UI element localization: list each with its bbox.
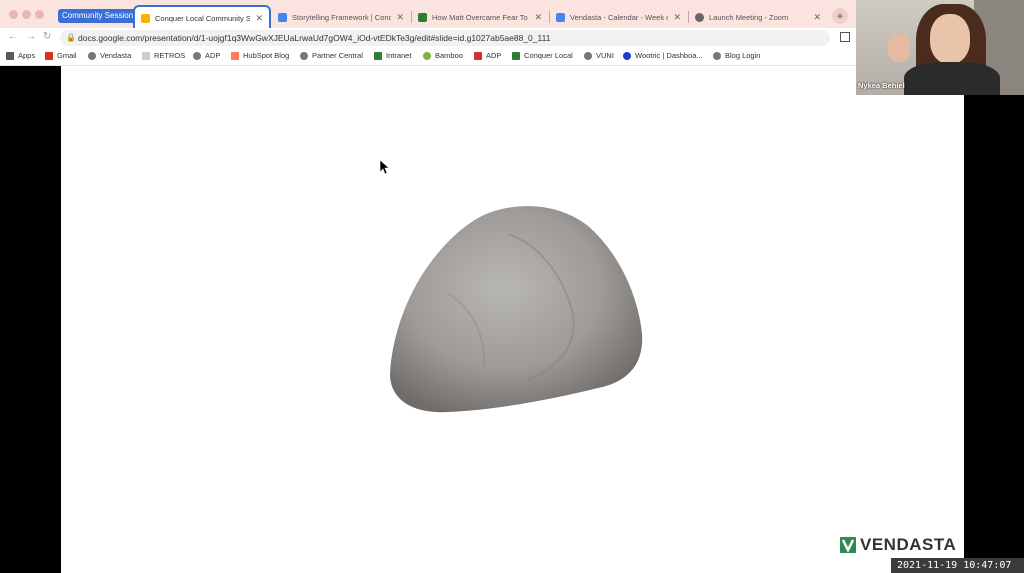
extension-icon[interactable]: [840, 32, 850, 42]
gmail-icon: [45, 51, 53, 60]
new-tab-button[interactable]: +: [832, 8, 848, 24]
bamboo-icon: [423, 51, 431, 60]
vendasta-icon: [512, 51, 520, 60]
globe-icon: [193, 51, 201, 60]
reload-icon[interactable]: ↻: [43, 31, 51, 42]
minimize-window-button[interactable]: [22, 10, 31, 19]
tab-group-chip[interactable]: Community Session: [58, 9, 138, 23]
close-tab-icon[interactable]: ✕: [673, 12, 681, 23]
bookmark-apps[interactable]: Apps: [6, 51, 35, 60]
rock-image: [390, 206, 643, 413]
vendasta-wordmark: VENDASTA: [860, 535, 957, 554]
adp-icon: [474, 51, 482, 60]
bookmark-retros[interactable]: RETROS: [142, 51, 185, 60]
globe-icon: [713, 51, 721, 60]
tab-conquer-local[interactable]: Conquer Local Community Ses ✕: [133, 5, 271, 30]
bookmark-adp-2[interactable]: ADP: [474, 51, 501, 60]
lock-icon: 🔒: [66, 33, 76, 42]
mouse-cursor-icon: [380, 160, 390, 174]
bookmark-blog-login[interactable]: Blog Login: [713, 51, 760, 60]
close-tab-icon[interactable]: ✕: [255, 13, 263, 24]
bookmark-vuni[interactable]: VUNI: [584, 51, 614, 60]
bookmark-vendasta[interactable]: Vendasta: [88, 51, 131, 60]
tab-how-matt[interactable]: How Matt Overcame Fear To M ✕: [412, 6, 548, 28]
participant-video[interactable]: Nykea Behiel: [856, 0, 1024, 95]
site-favicon-icon: [418, 12, 427, 22]
apps-grid-icon: [6, 51, 14, 60]
globe-icon: [88, 51, 96, 60]
slides-favicon-icon: [141, 14, 150, 23]
tab-strip: Community Session Conquer Local Communit…: [0, 0, 856, 30]
recording-timestamp: 2021-11-19 10:47:07: [891, 558, 1024, 573]
bookmark-bamboo[interactable]: Bamboo: [423, 51, 463, 60]
tab-zoom[interactable]: Launch Meeting - Zoom ✕: [689, 6, 827, 28]
forward-arrow-icon[interactable]: →: [26, 31, 36, 42]
browser-window: Community Session Conquer Local Communit…: [0, 0, 856, 66]
docs-favicon-icon: [278, 12, 287, 22]
calendar-favicon-icon: [556, 12, 565, 22]
bookmark-wootric[interactable]: Wootric | Dashboa...: [623, 51, 703, 60]
page-icon: [142, 51, 150, 60]
bookmarks-bar: Apps Gmail Vendasta RETROS ADP HubSpot B…: [0, 47, 856, 66]
bookmark-partner-central[interactable]: Partner Central: [300, 51, 363, 60]
globe-favicon-icon: [695, 12, 704, 22]
vendasta-logo: VENDASTA: [840, 535, 956, 555]
vendasta-icon: [374, 51, 382, 60]
bookmark-intranet[interactable]: Intranet: [374, 51, 411, 60]
vendasta-mark-icon: [840, 537, 856, 553]
bookmark-adp[interactable]: ADP: [193, 51, 220, 60]
back-arrow-icon[interactable]: ←: [8, 31, 18, 42]
close-tab-icon[interactable]: ✕: [396, 12, 404, 23]
url-text: docs.google.com/presentation/d/1-uojgf1q…: [78, 33, 551, 43]
close-window-button[interactable]: [9, 10, 18, 19]
navigation-bar: ← → ↻ 🔒 docs.google.com/presentation/d/1…: [0, 28, 856, 48]
maximize-window-button[interactable]: [35, 10, 44, 19]
presentation-slide: VENDASTA: [61, 66, 964, 573]
bookmark-conquer-local[interactable]: Conquer Local: [512, 51, 573, 60]
globe-icon: [300, 51, 308, 60]
tab-calendar[interactable]: Vendasta - Calendar - Week o ✕: [550, 6, 687, 28]
participant-name: Nykea Behiel: [858, 81, 905, 90]
hubspot-icon: [231, 51, 239, 60]
close-tab-icon[interactable]: ✕: [813, 12, 821, 23]
close-tab-icon[interactable]: ✕: [534, 12, 542, 23]
address-bar[interactable]: 🔒 docs.google.com/presentation/d/1-uojgf…: [60, 30, 830, 46]
bookmark-gmail[interactable]: Gmail: [45, 51, 77, 60]
tab-storytelling[interactable]: Storytelling Framework | Conq ✕: [272, 6, 410, 28]
wootric-icon: [623, 51, 631, 60]
bookmark-hubspot[interactable]: HubSpot Blog: [231, 51, 289, 60]
globe-icon: [584, 51, 592, 60]
